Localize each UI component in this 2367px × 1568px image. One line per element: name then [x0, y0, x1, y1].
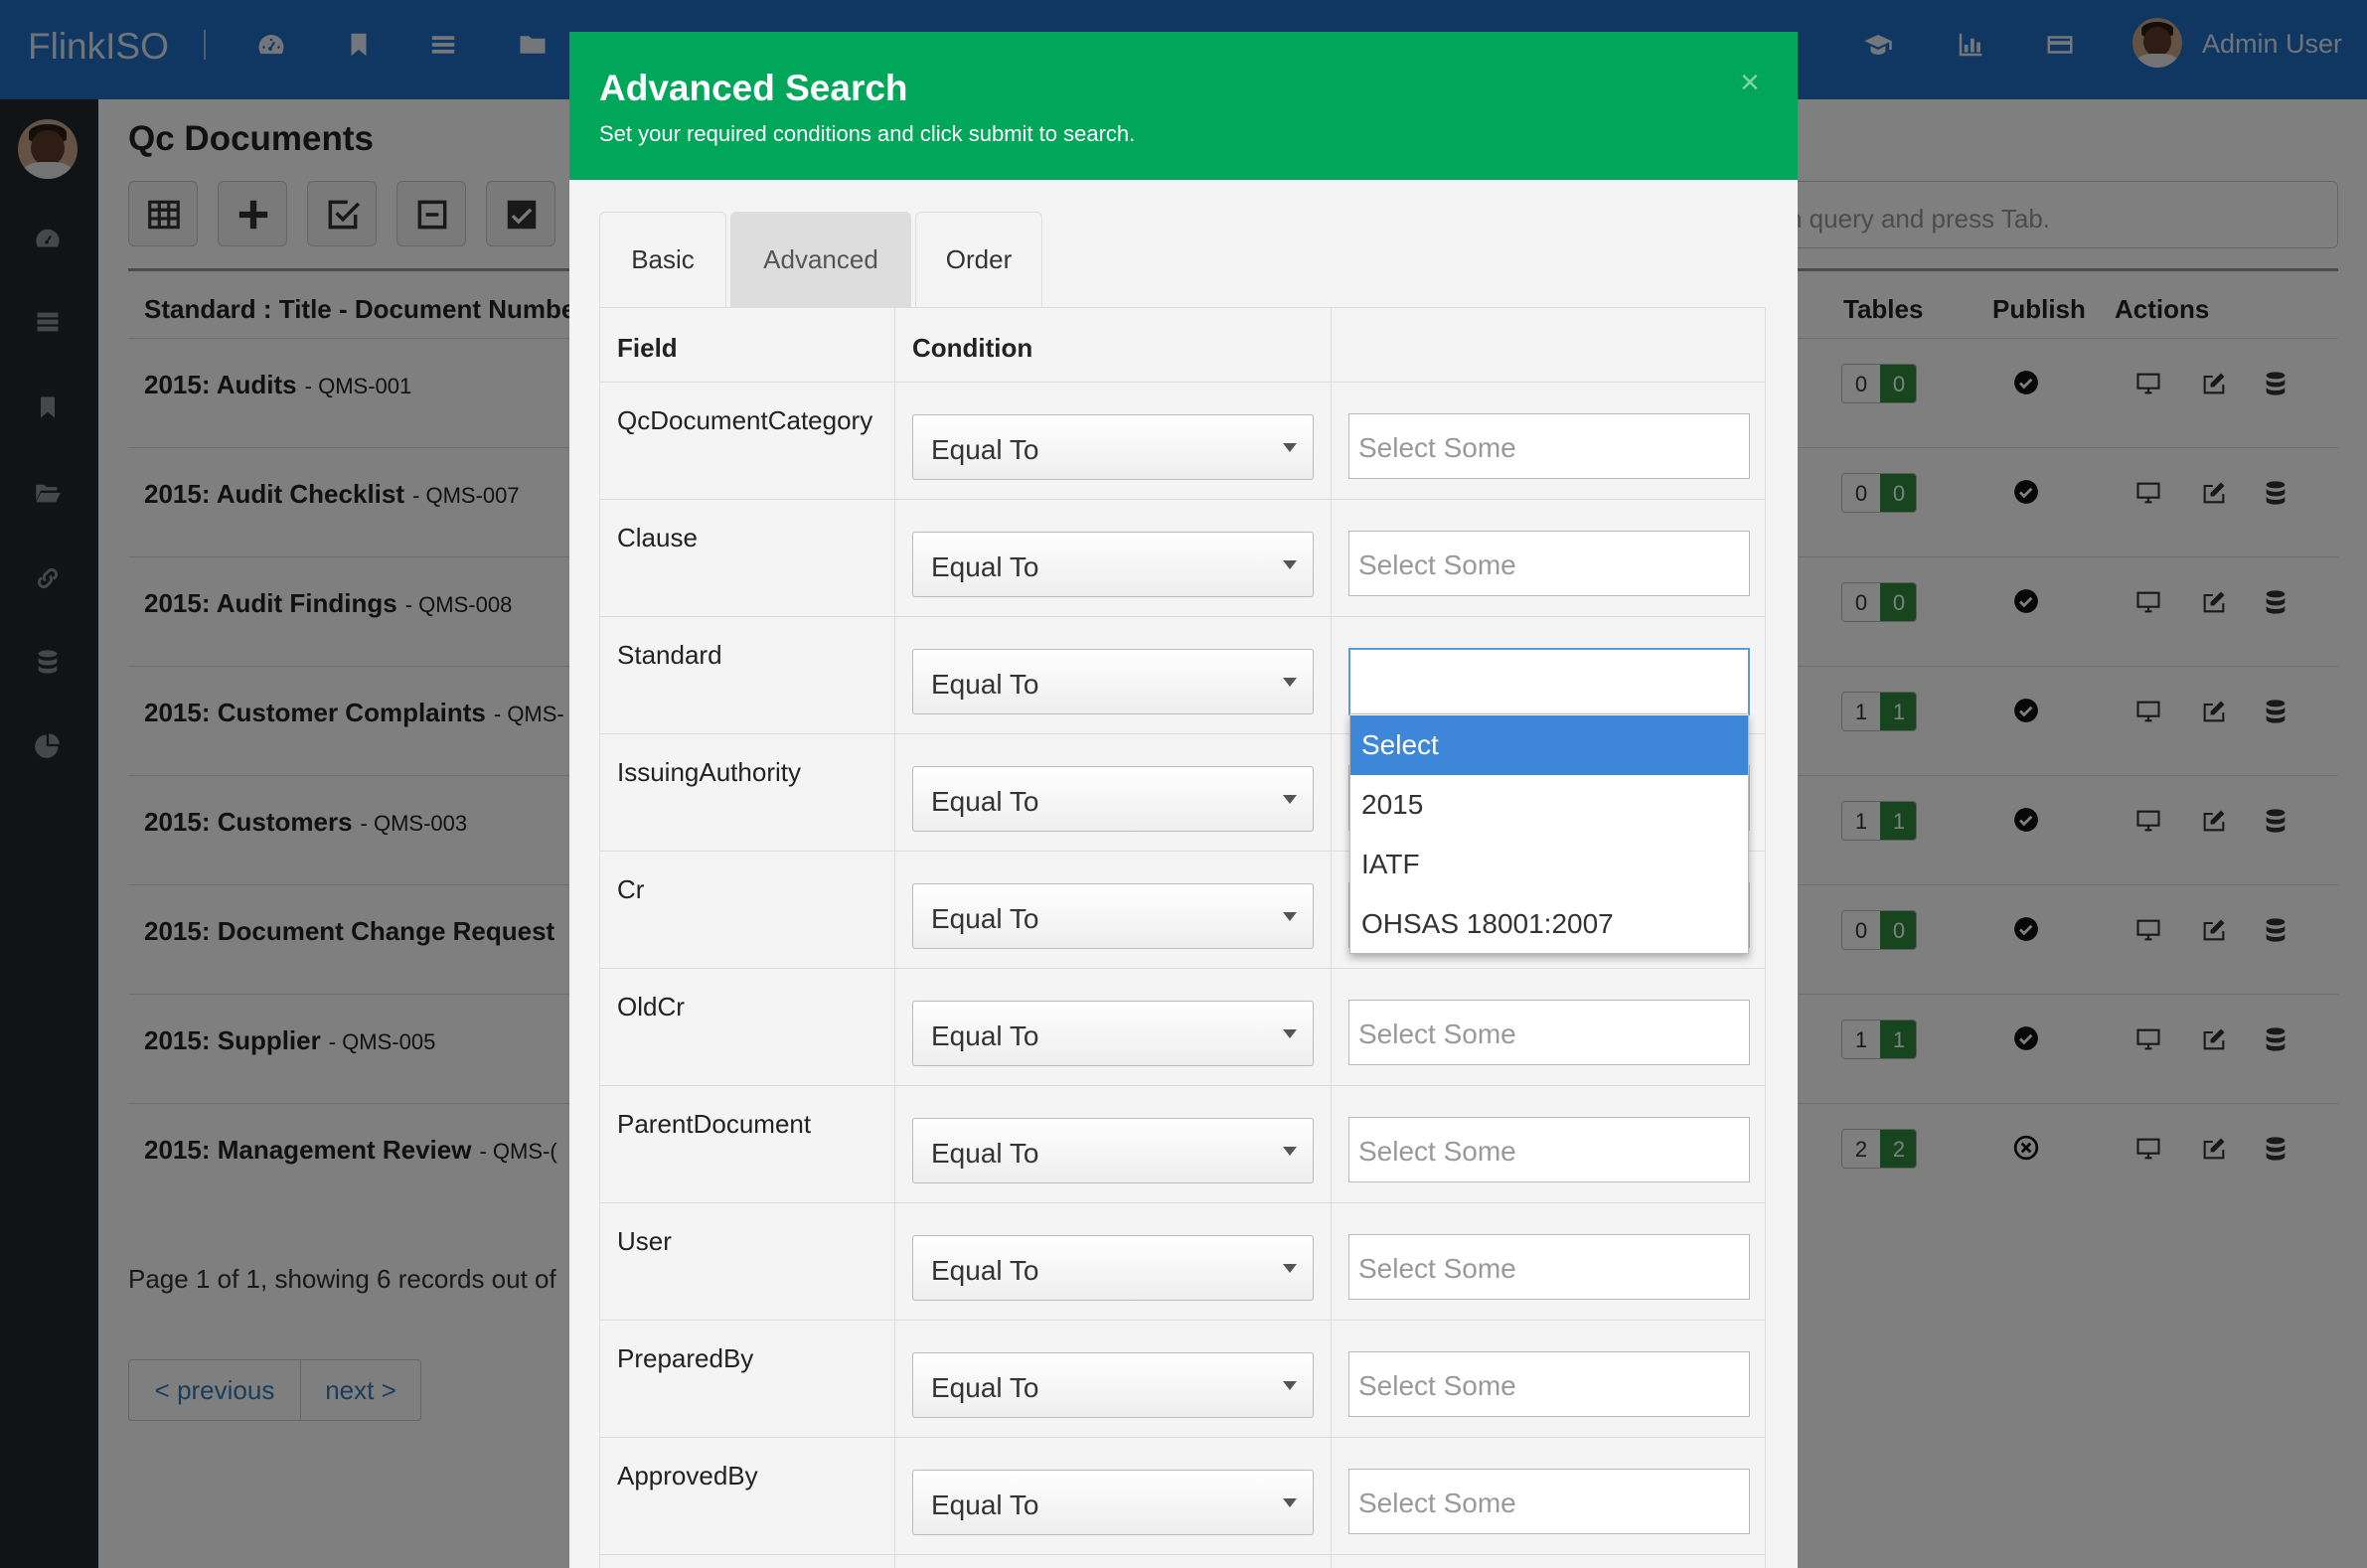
- caret-down-icon: [1283, 1147, 1297, 1156]
- value-select[interactable]: Select Some: [1348, 413, 1750, 479]
- condition-value: Equal To: [931, 551, 1039, 582]
- field-label: QcDocumentCategory: [617, 405, 873, 435]
- dropdown-option-2015[interactable]: 2015: [1350, 775, 1748, 835]
- condition-select[interactable]: Equal To: [912, 883, 1314, 949]
- condition-value: Equal To: [931, 1255, 1039, 1286]
- dropdown-option-select[interactable]: Select: [1350, 715, 1748, 775]
- condition-value: Equal To: [931, 1490, 1039, 1520]
- field-header: Field: [617, 333, 678, 363]
- field-label: User: [617, 1226, 672, 1256]
- grid-row-divider: [599, 1085, 1766, 1086]
- condition-select[interactable]: Equal To: [912, 766, 1314, 832]
- value-select[interactable]: Select Some: [1348, 1351, 1750, 1417]
- condition-value: Equal To: [931, 434, 1039, 465]
- grid-row-divider: [599, 968, 1766, 969]
- condition-select[interactable]: Equal To: [912, 532, 1314, 597]
- caret-down-icon: [1283, 1498, 1297, 1507]
- condition-value: Equal To: [931, 1138, 1039, 1169]
- value-select[interactable]: Select Some: [1348, 1469, 1750, 1534]
- standard-value-search-input[interactable]: [1348, 648, 1750, 715]
- condition-value: Equal To: [931, 1020, 1039, 1051]
- condition-select[interactable]: Equal To: [912, 1352, 1314, 1418]
- grid-row-divider: [599, 1554, 1766, 1555]
- close-icon[interactable]: ×: [1740, 66, 1760, 99]
- condition-value: Equal To: [931, 1372, 1039, 1403]
- caret-down-icon: [1283, 443, 1297, 452]
- caret-down-icon: [1283, 912, 1297, 921]
- condition-value: Equal To: [931, 786, 1039, 817]
- grid-divider: [1331, 307, 1332, 1568]
- condition-select[interactable]: Equal To: [912, 1001, 1314, 1066]
- caret-down-icon: [1283, 560, 1297, 569]
- condition-select[interactable]: Equal To: [912, 414, 1314, 480]
- value-select[interactable]: Select Some: [1348, 1234, 1750, 1300]
- modal-title: Advanced Search: [599, 68, 908, 108]
- value-select[interactable]: Select Some: [1348, 1117, 1750, 1182]
- value-select[interactable]: Select Some: [1348, 1000, 1750, 1065]
- condition-select[interactable]: Equal To: [912, 1235, 1314, 1301]
- condition-value: Equal To: [931, 903, 1039, 934]
- grid-divider: [894, 307, 895, 1568]
- standard-dropdown-menu: Select 2015 IATF OHSAS 18001:2007: [1349, 713, 1749, 954]
- caret-down-icon: [1283, 1381, 1297, 1390]
- condition-header: Condition: [912, 333, 1033, 363]
- modal-subtitle: Set your required conditions and click s…: [599, 121, 1136, 146]
- field-label: Standard: [617, 640, 722, 670]
- caret-down-icon: [1283, 795, 1297, 804]
- modal-header: Advanced Search Set your required condit…: [569, 32, 1798, 180]
- condition-select[interactable]: Equal To: [912, 1470, 1314, 1535]
- condition-select[interactable]: Equal To: [912, 649, 1314, 714]
- condition-value: Equal To: [931, 669, 1039, 700]
- field-label: ApprovedBy: [617, 1461, 758, 1490]
- grid-row-divider: [599, 616, 1766, 617]
- field-label: Cr: [617, 874, 645, 904]
- tab-basic[interactable]: Basic: [599, 212, 726, 307]
- value-select[interactable]: Select Some: [1348, 531, 1750, 596]
- caret-down-icon: [1283, 1029, 1297, 1038]
- field-label: OldCr: [617, 992, 685, 1021]
- caret-down-icon: [1283, 678, 1297, 687]
- field-label: PreparedBy: [617, 1343, 754, 1373]
- dropdown-option-iatf[interactable]: IATF: [1350, 835, 1748, 894]
- grid-row-divider: [599, 382, 1766, 383]
- condition-select[interactable]: Equal To: [912, 1118, 1314, 1183]
- field-label: ParentDocument: [617, 1109, 812, 1139]
- grid-row-divider: [599, 499, 1766, 500]
- grid-row-divider: [599, 1437, 1766, 1438]
- grid-row-divider: [599, 1320, 1766, 1321]
- dropdown-option-ohsas[interactable]: OHSAS 18001:2007: [1350, 894, 1748, 954]
- field-label: IssuingAuthority: [617, 757, 801, 787]
- grid-row-divider: [599, 1202, 1766, 1203]
- tab-order[interactable]: Order: [915, 212, 1042, 307]
- field-label: Clause: [617, 523, 698, 552]
- advanced-search-modal: Advanced Search Set your required condit…: [569, 32, 1798, 1568]
- caret-down-icon: [1283, 1264, 1297, 1273]
- tab-advanced[interactable]: Advanced: [730, 212, 911, 307]
